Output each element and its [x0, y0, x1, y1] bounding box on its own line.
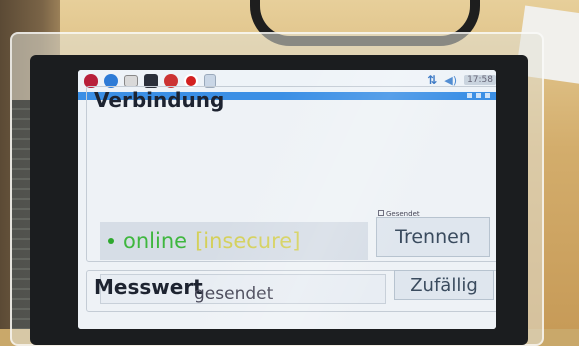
system-tray: ⇅ ◀) 17:58	[427, 73, 496, 87]
status-dot-icon	[108, 238, 114, 244]
clock[interactable]: 17:58	[464, 75, 496, 85]
connection-status: online [insecure]	[100, 222, 368, 260]
random-button[interactable]: Zufällig	[394, 270, 494, 300]
messwert-title: Messwert	[94, 275, 203, 299]
disconnect-button[interactable]: Trennen	[376, 217, 490, 257]
touch-screen: ⇅ ◀) 17:58 Verbindung online [insecure] …	[78, 70, 496, 329]
value-text: gesendet	[194, 284, 274, 304]
network-icon[interactable]: ⇅	[427, 73, 437, 87]
status-online: online	[123, 229, 188, 253]
status-security: [insecure]	[195, 229, 301, 253]
volume-icon[interactable]: ◀)	[444, 74, 457, 87]
sent-checkbox[interactable]	[378, 210, 384, 216]
verbindung-title: Verbindung	[94, 88, 225, 112]
